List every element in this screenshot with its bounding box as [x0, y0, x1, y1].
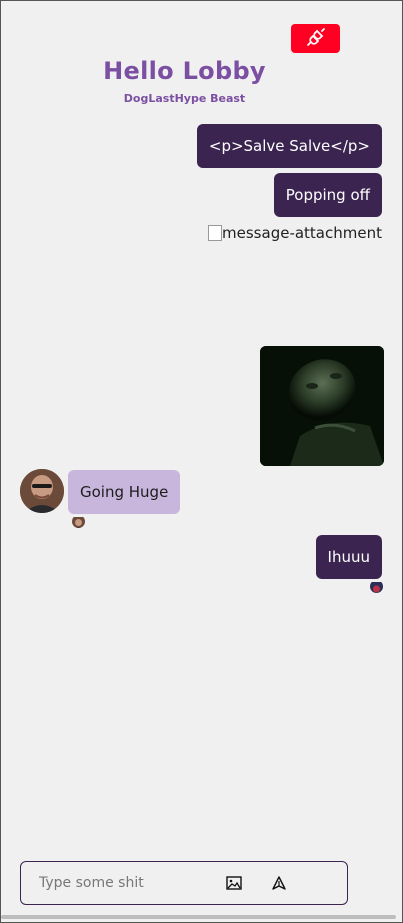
image-icon[interactable]	[225, 874, 243, 892]
message-bubble-outgoing: Popping off	[273, 173, 382, 217]
message-input[interactable]	[39, 862, 219, 904]
read-receipt-avatar	[370, 580, 383, 593]
message-bubble-outgoing: Ihuuu	[315, 535, 382, 579]
page-subtitle: DogLastHype Beast	[123, 92, 246, 105]
avatar[interactable]	[20, 469, 64, 513]
page-title: Hello Lobby	[103, 57, 266, 85]
message-attachment-broken: message-attachment	[208, 224, 382, 242]
message-bubble-incoming: Going Huge	[68, 470, 181, 514]
message-photo[interactable]	[260, 346, 384, 466]
attachment-alt-text: message-attachment	[222, 224, 382, 242]
broken-image-icon	[208, 225, 223, 241]
horizontal-scrollbar[interactable]	[1, 915, 396, 919]
plug-disconnect-icon	[306, 27, 326, 50]
read-receipt-avatar	[72, 515, 85, 528]
message-bubble-outgoing: <p>Salve Salve</p>	[196, 124, 382, 168]
message-composer	[20, 861, 348, 905]
disconnect-button[interactable]	[291, 24, 340, 53]
chat-window: Hello Lobby DogLastHype Beast <p>Salve S…	[0, 0, 403, 923]
send-icon[interactable]	[270, 874, 288, 892]
